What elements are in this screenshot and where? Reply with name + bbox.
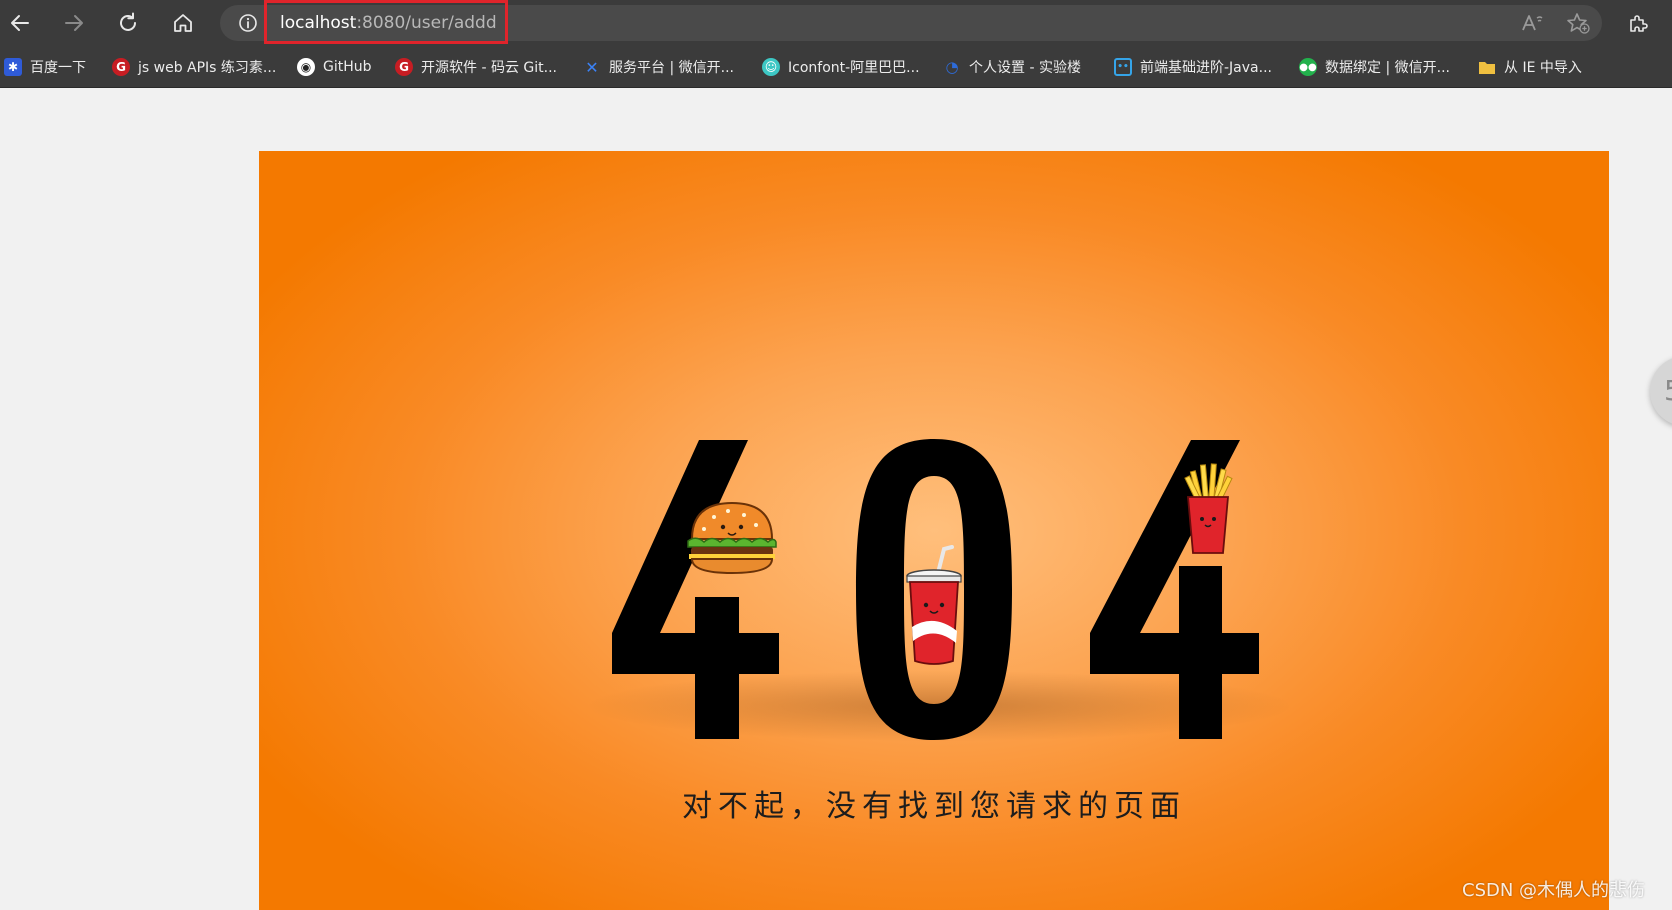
soda-cup-icon xyxy=(906,545,962,665)
gitee-icon: G xyxy=(395,58,413,76)
bookmark-label: js web APIs 练习素... xyxy=(138,60,277,76)
error-message: 对不起，没有找到您请求的页面 xyxy=(682,789,1186,824)
back-arrow-icon xyxy=(11,15,29,31)
bookmark-label: 数据绑定 | 微信开... xyxy=(1325,60,1450,76)
bookmark-label: 从 IE 中导入 xyxy=(1504,60,1582,76)
bookmark-label: 百度一下 xyxy=(30,60,86,76)
bookmark-label: 服务平台 | 微信开... xyxy=(609,60,734,76)
home-icon xyxy=(174,14,192,32)
refresh-button[interactable] xyxy=(112,7,144,39)
bookmark-iconfont[interactable]: ☺ Iconfont-阿里巴巴... xyxy=(762,46,920,88)
refresh-icon xyxy=(120,12,136,31)
burger-icon xyxy=(687,501,777,575)
bookmark-shiyanlou[interactable]: ◔ 个人设置 - 实验楼 xyxy=(943,46,1081,88)
address-bar[interactable]: localhost:8080/user/addd xyxy=(220,0,1602,44)
bookmark-frontend-basics[interactable]: •• 前端基础进阶-Java... xyxy=(1114,46,1272,88)
bookmark-baidu[interactable]: ✱ 百度一下 xyxy=(4,46,86,88)
read-aloud-icon[interactable] xyxy=(1520,11,1546,35)
bookmark-label: 开源软件 - 码云 Git... xyxy=(421,60,557,76)
github-icon: ◉ xyxy=(297,58,315,76)
digit-four-right xyxy=(1090,440,1259,739)
extensions-icon xyxy=(1630,15,1648,32)
url-path: :8080/user/addd xyxy=(356,13,497,33)
folder-icon xyxy=(1478,58,1496,76)
bookmark-import-from-ie[interactable]: 从 IE 中导入 xyxy=(1478,46,1582,88)
url-text[interactable]: localhost:8080/user/addd xyxy=(280,5,497,41)
digit-four-left xyxy=(612,440,779,739)
error-code-404 xyxy=(612,439,1259,740)
url-host: localhost xyxy=(280,13,357,33)
browser-toolbar: localhost:8080/user/addd xyxy=(0,0,1672,46)
watermark-text: CSDN @木偶人的悲伤 xyxy=(1462,880,1646,901)
baidu-paw-icon: ✱ xyxy=(4,58,22,76)
gitee-icon: G xyxy=(112,58,130,76)
bilibili-tv-icon: •• xyxy=(1114,58,1132,76)
site-info-icon[interactable] xyxy=(238,13,258,33)
wechat-icon: ●● xyxy=(1299,58,1317,76)
back-button[interactable] xyxy=(4,7,36,39)
extensions-button[interactable] xyxy=(1622,7,1654,39)
bookmark-js-web-apis[interactable]: G js web APIs 练习素... xyxy=(112,46,276,88)
forward-button[interactable] xyxy=(58,7,90,39)
favorites-star-icon[interactable] xyxy=(1565,11,1591,35)
home-button[interactable] xyxy=(167,7,199,39)
forward-arrow-icon xyxy=(65,15,83,31)
shiyanlou-icon: ◔ xyxy=(945,58,959,76)
bookmark-data-binding[interactable]: ●● 数据绑定 | 微信开... xyxy=(1299,46,1450,88)
wechat-dev-icon: ✕ xyxy=(585,57,599,77)
iconfont-icon: ☺ xyxy=(762,58,780,76)
bookmark-label: 前端基础进阶-Java... xyxy=(1140,60,1272,76)
error-page-card: 对不起，没有找到您请求的页面 xyxy=(259,151,1609,910)
floating-side-badge[interactable]: 5 xyxy=(1650,356,1672,426)
bookmark-label: Iconfont-阿里巴巴... xyxy=(788,60,920,76)
bookmark-gitee[interactable]: G 开源软件 - 码云 Git... xyxy=(395,46,557,88)
bookmark-label: 个人设置 - 实验楼 xyxy=(969,60,1081,76)
bookmarks-bar: ✱ 百度一下 G js web APIs 练习素... ◉ GitHub G 开… xyxy=(0,46,1672,88)
bookmark-github[interactable]: ◉ GitHub xyxy=(297,46,372,88)
bookmark-wechat-service[interactable]: ✕ 服务平台 | 微信开... xyxy=(583,46,734,88)
bookmark-label: GitHub xyxy=(323,59,372,75)
